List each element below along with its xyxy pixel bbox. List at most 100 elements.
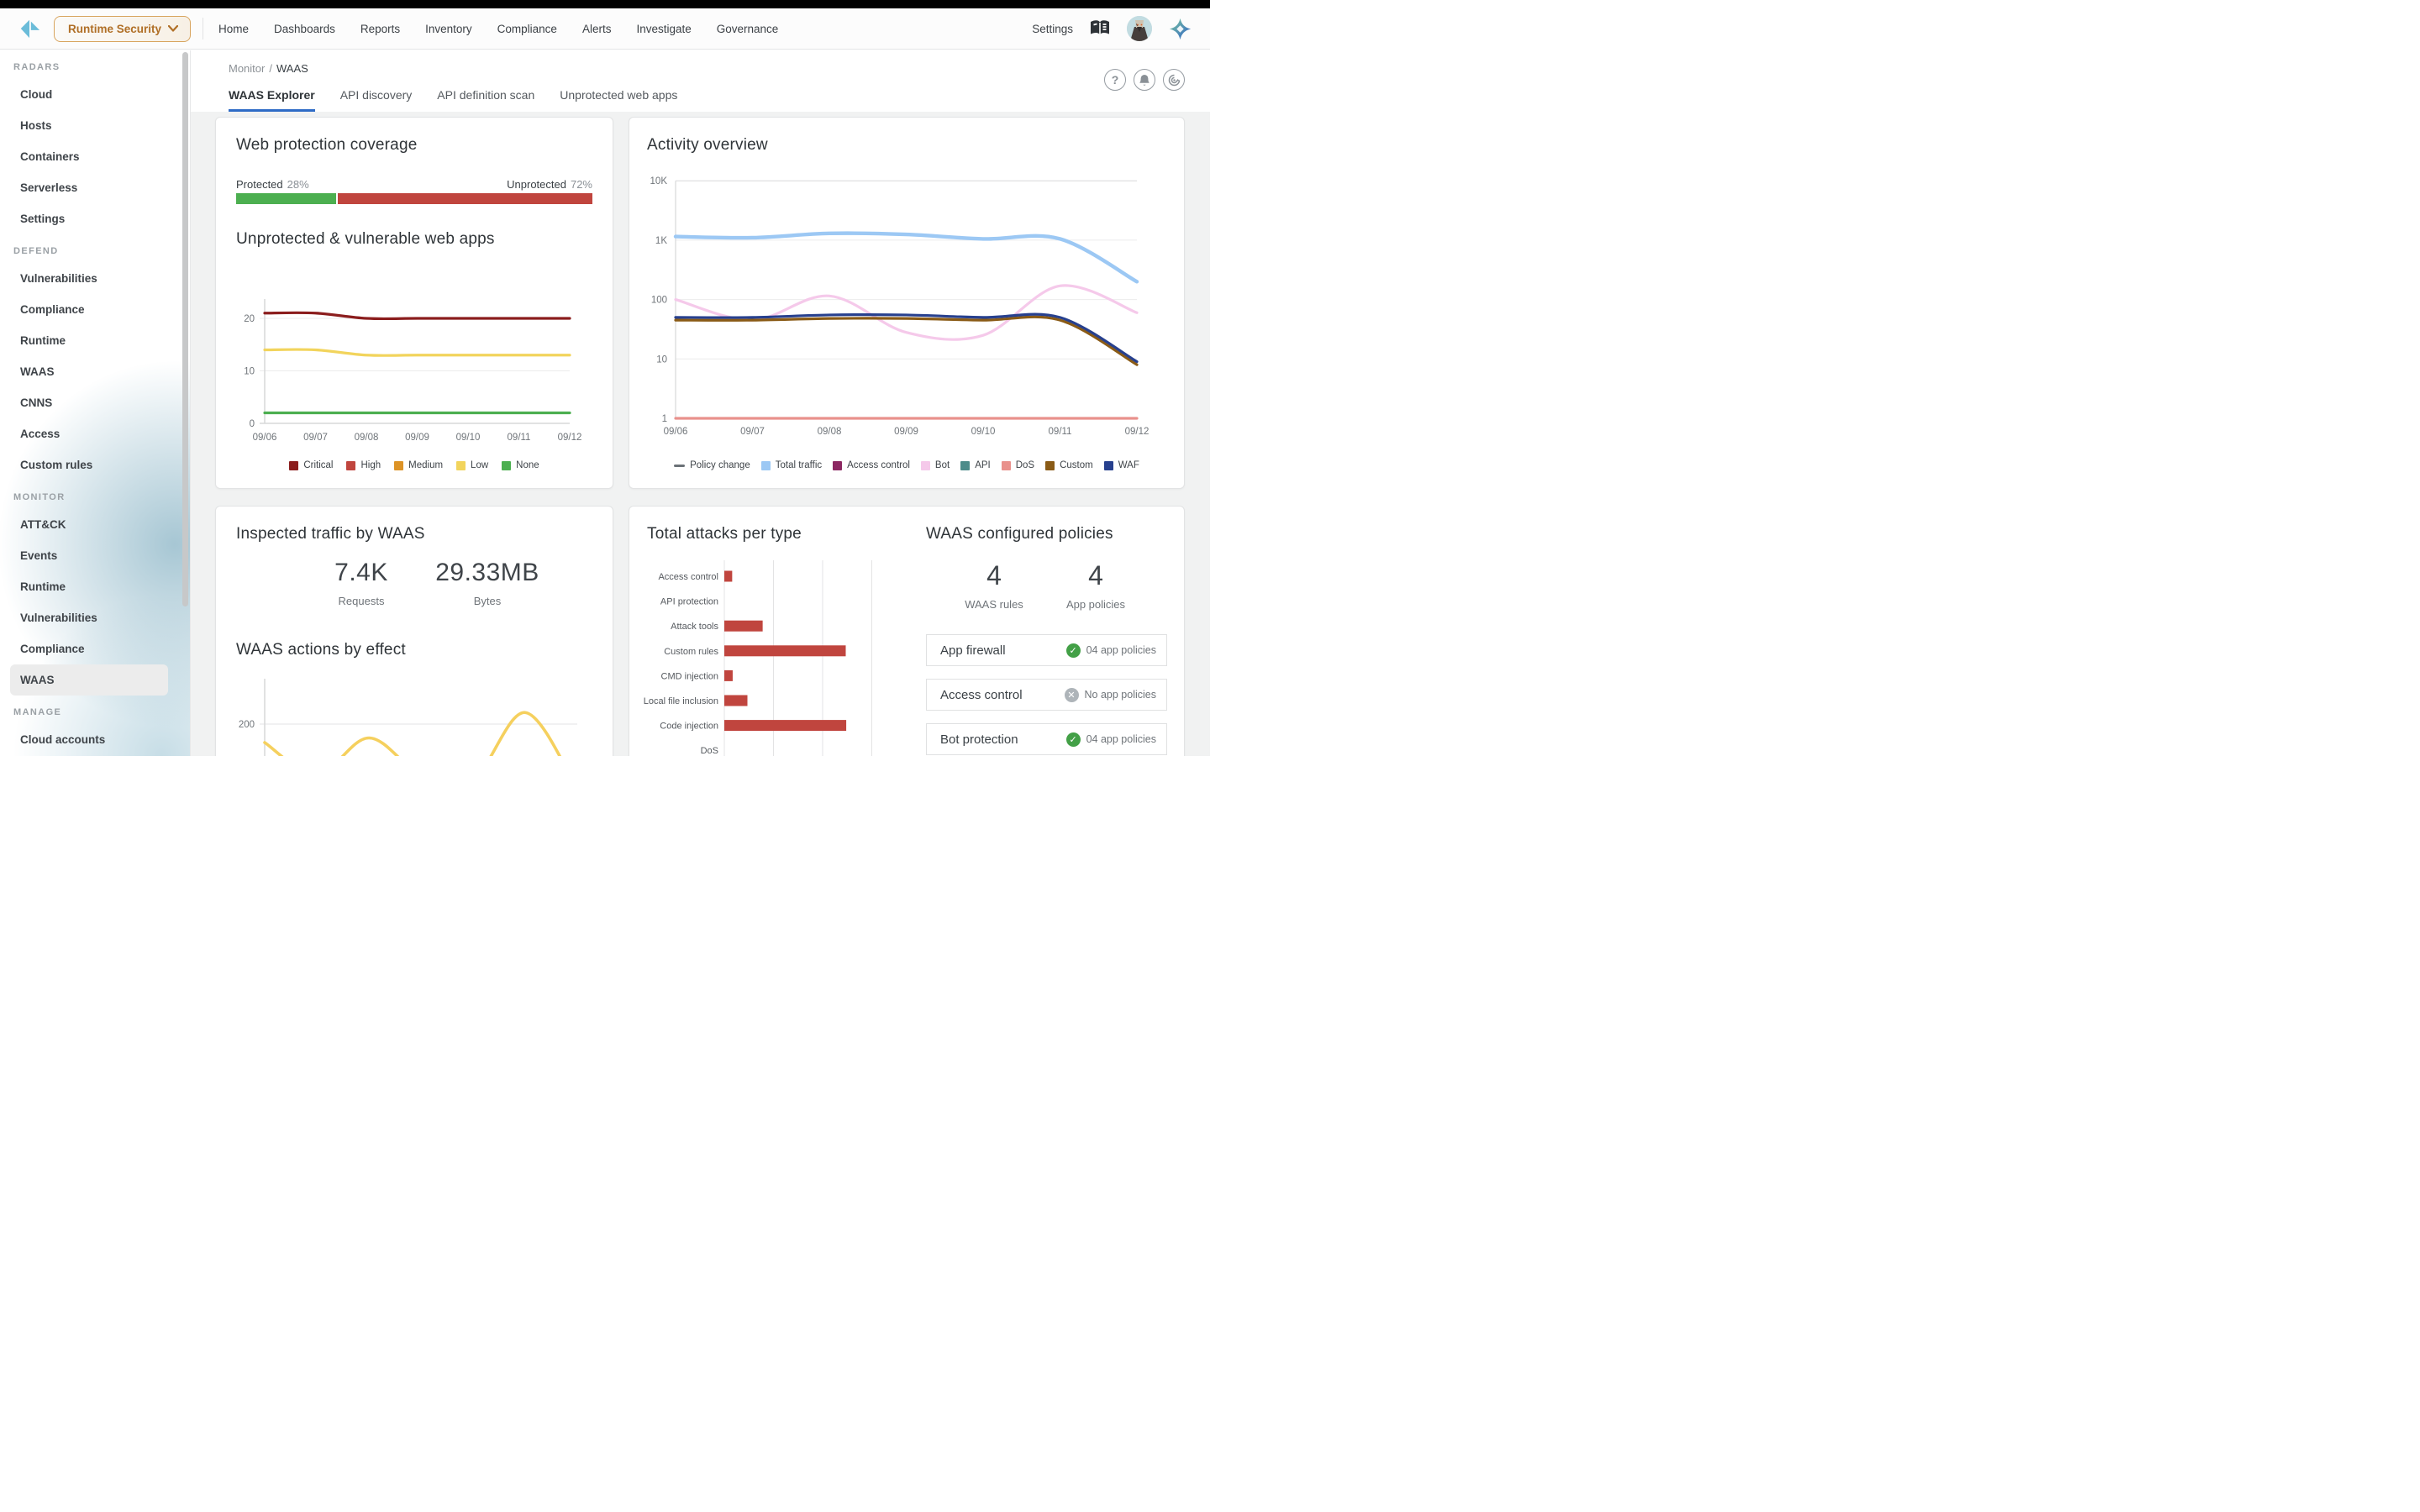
product-switcher-label: Runtime Security [68, 23, 161, 35]
sidebar-item-runtime[interactable]: Runtime [0, 571, 190, 602]
nav-item-inventory[interactable]: Inventory [425, 23, 472, 35]
policy-row-app-firewall[interactable]: App firewall✓04 app policies [926, 634, 1167, 666]
card-activity-overview: Activity overview 10K1K10010109/0609/070… [629, 117, 1185, 489]
sidebar-item-compliance[interactable]: Compliance [0, 633, 190, 664]
policy-status-app-firewall: ✓04 app policies [1066, 643, 1156, 658]
sidebar-item-custom-rules[interactable]: Custom rules [0, 449, 190, 480]
main-nav: Home Dashboards Reports Inventory Compliance… [218, 23, 778, 35]
coverage-labels: Protected28% Unprotected72% [236, 178, 592, 191]
waas-rules-stat: 4 WAAS rules [944, 560, 1044, 611]
sidebar-item-events[interactable]: Events [0, 540, 190, 571]
x-circle-icon: ✕ [1065, 688, 1079, 702]
legend-swatch-high [346, 461, 355, 470]
waas-rules-label: WAAS rules [944, 598, 1044, 611]
tab-api-definition-scan[interactable]: API definition scan [437, 88, 534, 112]
legend-swatch-total-traffic [761, 461, 771, 470]
nav-item-reports[interactable]: Reports [360, 23, 400, 35]
sidebar-item-cloud[interactable]: Cloud [0, 79, 190, 110]
help-icon[interactable]: ? [1104, 69, 1126, 91]
legend-item-total-traffic: Total traffic [761, 460, 822, 470]
sidebar-item-waas[interactable]: WAAS [10, 664, 168, 696]
docs-book-icon[interactable] [1090, 20, 1110, 37]
svg-text:1: 1 [662, 414, 667, 424]
svg-text:0: 0 [250, 419, 255, 429]
svg-text:09/12: 09/12 [558, 433, 582, 443]
nav-item-alerts[interactable]: Alerts [582, 23, 612, 35]
legend-label-custom: Custom [1060, 460, 1093, 470]
svg-text:09/12: 09/12 [1125, 427, 1150, 437]
tab-api-discovery[interactable]: API discovery [340, 88, 413, 112]
svg-text:09/09: 09/09 [405, 433, 429, 443]
sidebar-item-access[interactable]: Access [0, 418, 190, 449]
svg-text:200: 200 [239, 720, 255, 730]
breadcrumb-separator: / [265, 62, 276, 75]
sidebar-item-cnns[interactable]: CNNS [0, 387, 190, 418]
sidebar-scrollbar[interactable] [182, 52, 188, 606]
svg-text:09/10: 09/10 [971, 427, 996, 437]
policy-row-bot-protection[interactable]: Bot protection ✓04 app policies [926, 723, 1167, 755]
sidebar-item-waas[interactable]: WAAS [0, 356, 190, 387]
legend-item-medium: Medium [394, 460, 443, 470]
coverage-bar-unprotected-segment [338, 193, 592, 204]
tab-unprotected-web-apps[interactable]: Unprotected web apps [560, 88, 677, 112]
bytes-label: Bytes [420, 595, 555, 607]
policy-row-access-control[interactable]: Access control✕No app policies [926, 679, 1167, 711]
nav-item-dashboards[interactable]: Dashboards [274, 23, 335, 35]
nav-item-governance[interactable]: Governance [717, 23, 779, 35]
settings-link[interactable]: Settings [1032, 23, 1073, 35]
sidebar-item-vulnerabilities[interactable]: Vulnerabilities [0, 602, 190, 633]
product-switcher-dropdown[interactable]: Runtime Security [54, 16, 191, 42]
sidebar-section-monitor: MONITOR [0, 486, 190, 509]
app-policies-value: 4 [1045, 560, 1146, 591]
legend-label-medium: Medium [408, 460, 443, 470]
sidebar-item-hosts[interactable]: Hosts [0, 110, 190, 141]
card-title-unprotected-vulnerable-web-apps: Unprotected & vulnerable web apps [236, 230, 495, 249]
legend-label-none: None [516, 460, 539, 470]
legend-swatch-access-control [833, 461, 842, 470]
sidebar-item-settings[interactable]: Settings [0, 203, 190, 234]
legend-label-access-control: Access control [847, 460, 910, 470]
top-navigation-bar: Runtime Security Home Dashboards Reports In… [0, 8, 1210, 50]
sidebar-item-runtime[interactable]: Runtime [0, 325, 190, 356]
nav-item-compliance[interactable]: Compliance [497, 23, 557, 35]
legend-item-custom: Custom [1045, 460, 1093, 470]
legend-swatch-dos [1002, 461, 1011, 470]
card-title-inspected-traffic: Inspected traffic by WAAS [236, 525, 425, 543]
notifications-bell-icon[interactable] [1134, 69, 1155, 91]
coverage-bar [236, 193, 592, 204]
user-avatar[interactable] [1127, 16, 1152, 41]
sidebar-item-cloud-accounts[interactable]: Cloud accounts [0, 724, 190, 755]
sidebar-item-att-ck[interactable]: ATT&CK [0, 509, 190, 540]
policy-status-access-control: ✕No app policies [1065, 688, 1156, 702]
series-bot [676, 286, 1137, 339]
legend-label-bot: Bot [935, 460, 950, 470]
content-area: Monitor/WAAS ? WAAS ExplorerAPI discover… [191, 50, 1210, 756]
bar-code-injection [724, 720, 846, 731]
sidebar-item-vulnerabilities[interactable]: Vulnerabilities [0, 263, 190, 294]
chevron-down-icon [168, 25, 178, 32]
svg-text:09/08: 09/08 [818, 427, 842, 437]
policy-name-bot-protection: Bot protection [940, 732, 1018, 747]
tab-waas-explorer[interactable]: WAAS Explorer [229, 88, 315, 112]
topbar-right-group: Settings [1032, 16, 1192, 41]
nav-item-investigate[interactable]: Investigate [636, 23, 691, 35]
legend-swatch-low [456, 461, 466, 470]
prisma-cloud-app-icon[interactable] [1169, 18, 1192, 40]
activity-legend: Policy change Total traffic Access control… [629, 460, 1184, 470]
legend-label-policy-change: Policy change [690, 460, 750, 470]
svg-text:CMD injection: CMD injection [661, 671, 718, 681]
breadcrumb-parent[interactable]: Monitor [229, 62, 265, 75]
requests-label: Requests [294, 595, 429, 607]
unprotected-label: Unprotected [507, 178, 566, 191]
whats-new-target-icon[interactable] [1163, 69, 1185, 91]
nav-item-home[interactable]: Home [218, 23, 249, 35]
svg-text:09/08: 09/08 [355, 433, 379, 443]
check-circle-icon: ✓ [1066, 732, 1081, 747]
app-policies-stat: 4 App policies [1045, 560, 1146, 611]
policy-status-bot-protection: ✓04 app policies [1066, 732, 1156, 747]
sidebar-item-compliance[interactable]: Compliance [0, 294, 190, 325]
card-title-waas-configured-policies: WAAS configured policies [926, 525, 1113, 543]
sidebar-item-serverless[interactable]: Serverless [0, 172, 190, 203]
legend-label-dos: DoS [1016, 460, 1034, 470]
sidebar-item-containers[interactable]: Containers [0, 141, 190, 172]
